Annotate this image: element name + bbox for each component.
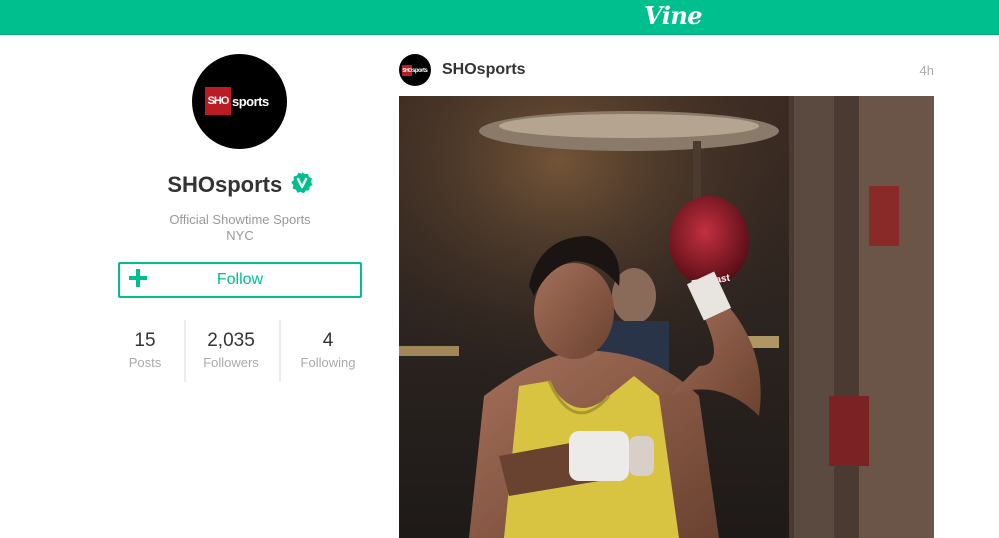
sho-sports-logo: SHO sports bbox=[402, 65, 428, 76]
vine-logo[interactable]: Vine bbox=[644, 3, 703, 29]
verified-badge-icon bbox=[290, 172, 313, 194]
bio-location: NYC bbox=[226, 228, 254, 243]
profile-name: SHOsports bbox=[167, 172, 283, 197]
post-username[interactable]: SHOsports bbox=[442, 61, 526, 79]
top-bar: Vine bbox=[0, 0, 999, 35]
profile-avatar[interactable]: SHO sports bbox=[192, 54, 287, 149]
profile-stats: 15 Posts 2,035 Followers 4 Following bbox=[118, 320, 362, 382]
post-avatar[interactable]: SHO sports bbox=[399, 54, 431, 86]
stat-followers[interactable]: 2,035 Followers bbox=[186, 320, 276, 382]
follow-button-label: Follow bbox=[216, 271, 264, 288]
profile-bio: Official Showtime Sports NYC bbox=[118, 212, 362, 244]
logo-sho-text: SHO bbox=[205, 87, 231, 115]
post-timestamp[interactable]: 4h bbox=[920, 63, 934, 78]
stat-followers-label: Followers bbox=[203, 355, 259, 370]
post-header: SHO sports SHOsports 4h bbox=[399, 54, 934, 86]
sho-sports-logo: SHO sports bbox=[205, 87, 269, 115]
stat-following[interactable]: 4 Following bbox=[281, 320, 375, 382]
bio-description: Official Showtime Sports bbox=[169, 212, 311, 227]
follow-button[interactable]: Follow bbox=[118, 262, 362, 298]
logo-sho-text: SHO bbox=[402, 65, 412, 76]
profile-name-row: SHOsports bbox=[118, 172, 362, 198]
video-frame: Everlast bbox=[399, 96, 934, 538]
logo-sports-text: sports bbox=[232, 93, 269, 109]
post-video[interactable]: Everlast bbox=[399, 96, 934, 538]
logo-sports-text: sports bbox=[412, 67, 428, 74]
stat-followers-value: 2,035 bbox=[207, 330, 255, 351]
stat-posts-label: Posts bbox=[128, 355, 162, 370]
stat-posts-value: 15 bbox=[134, 330, 156, 351]
stat-following-value: 4 bbox=[322, 330, 334, 351]
stat-posts[interactable]: 15 Posts bbox=[118, 320, 172, 382]
stat-following-label: Following bbox=[300, 355, 356, 370]
